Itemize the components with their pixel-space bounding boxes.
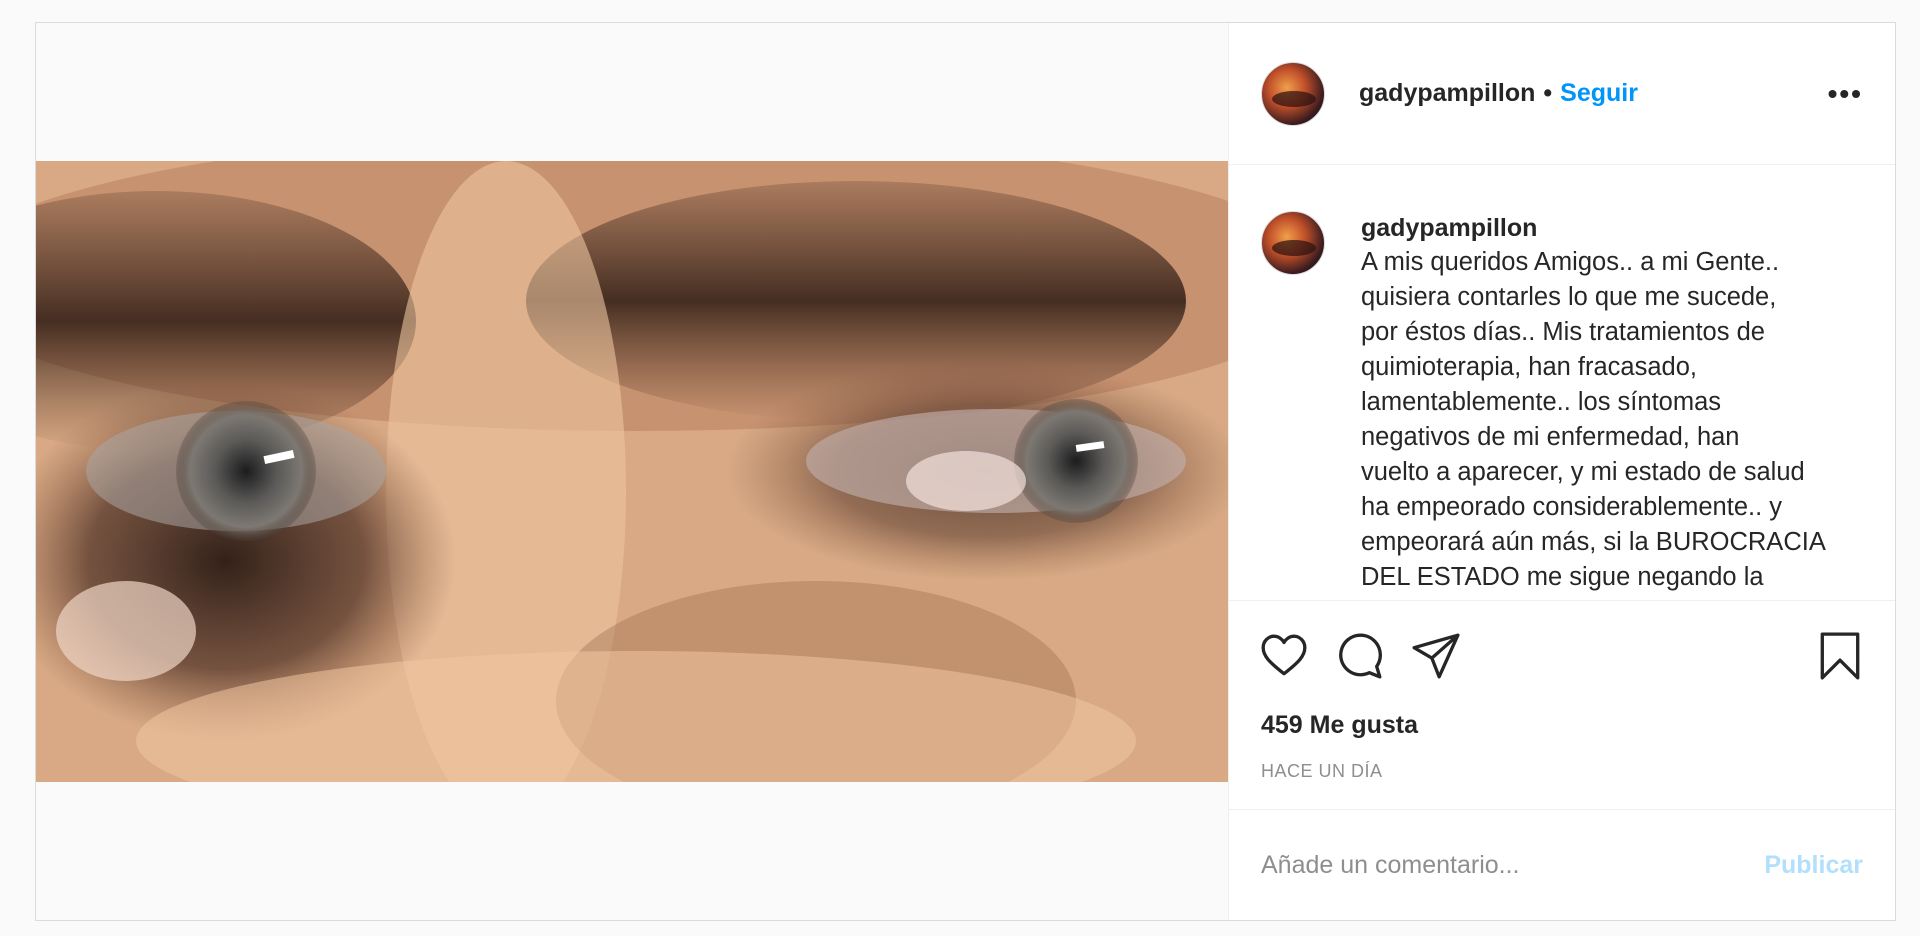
action-bar xyxy=(1229,601,1895,711)
follow-button[interactable]: Seguir xyxy=(1560,79,1638,108)
paper-plane-icon[interactable] xyxy=(1411,631,1461,681)
post-media xyxy=(36,23,1229,920)
avatar[interactable] xyxy=(1261,61,1325,126)
caption-username-link[interactable]: gadypampillon xyxy=(1361,211,1841,245)
comment-form: Publicar xyxy=(1229,809,1895,920)
post-timestamp[interactable]: HACE UN DÍA xyxy=(1229,753,1895,809)
post-header: gadypampillon • Seguir ••• xyxy=(1229,23,1895,165)
heart-icon[interactable] xyxy=(1259,631,1309,681)
username-link[interactable]: gadypampillon xyxy=(1359,79,1535,108)
bookmark-icon[interactable] xyxy=(1815,631,1865,681)
post-photo[interactable] xyxy=(36,161,1228,782)
comment-input[interactable] xyxy=(1261,850,1765,880)
separator-dot: • xyxy=(1543,79,1553,107)
post-sidebar: gadypampillon • Seguir ••• gadypampillon… xyxy=(1229,23,1895,920)
publish-button[interactable]: Publicar xyxy=(1764,851,1863,880)
caption: gadypampillon A mis queridos Amigos.. a … xyxy=(1361,211,1841,600)
more-options-icon[interactable]: ••• xyxy=(1828,79,1863,108)
comment-bubble-icon[interactable] xyxy=(1335,631,1385,681)
comments-section: gadypampillon A mis queridos Amigos.. a … xyxy=(1229,165,1895,601)
close-up-eyes-image xyxy=(36,161,1228,782)
likes-count[interactable]: 459 Me gusta xyxy=(1229,711,1895,753)
caption-text: A mis queridos Amigos.. a mi Gente.. qui… xyxy=(1361,248,1826,591)
header-text: gadypampillon • Seguir xyxy=(1359,79,1638,108)
caption-avatar[interactable] xyxy=(1261,211,1325,275)
post-card: gadypampillon • Seguir ••• gadypampillon… xyxy=(35,22,1896,921)
